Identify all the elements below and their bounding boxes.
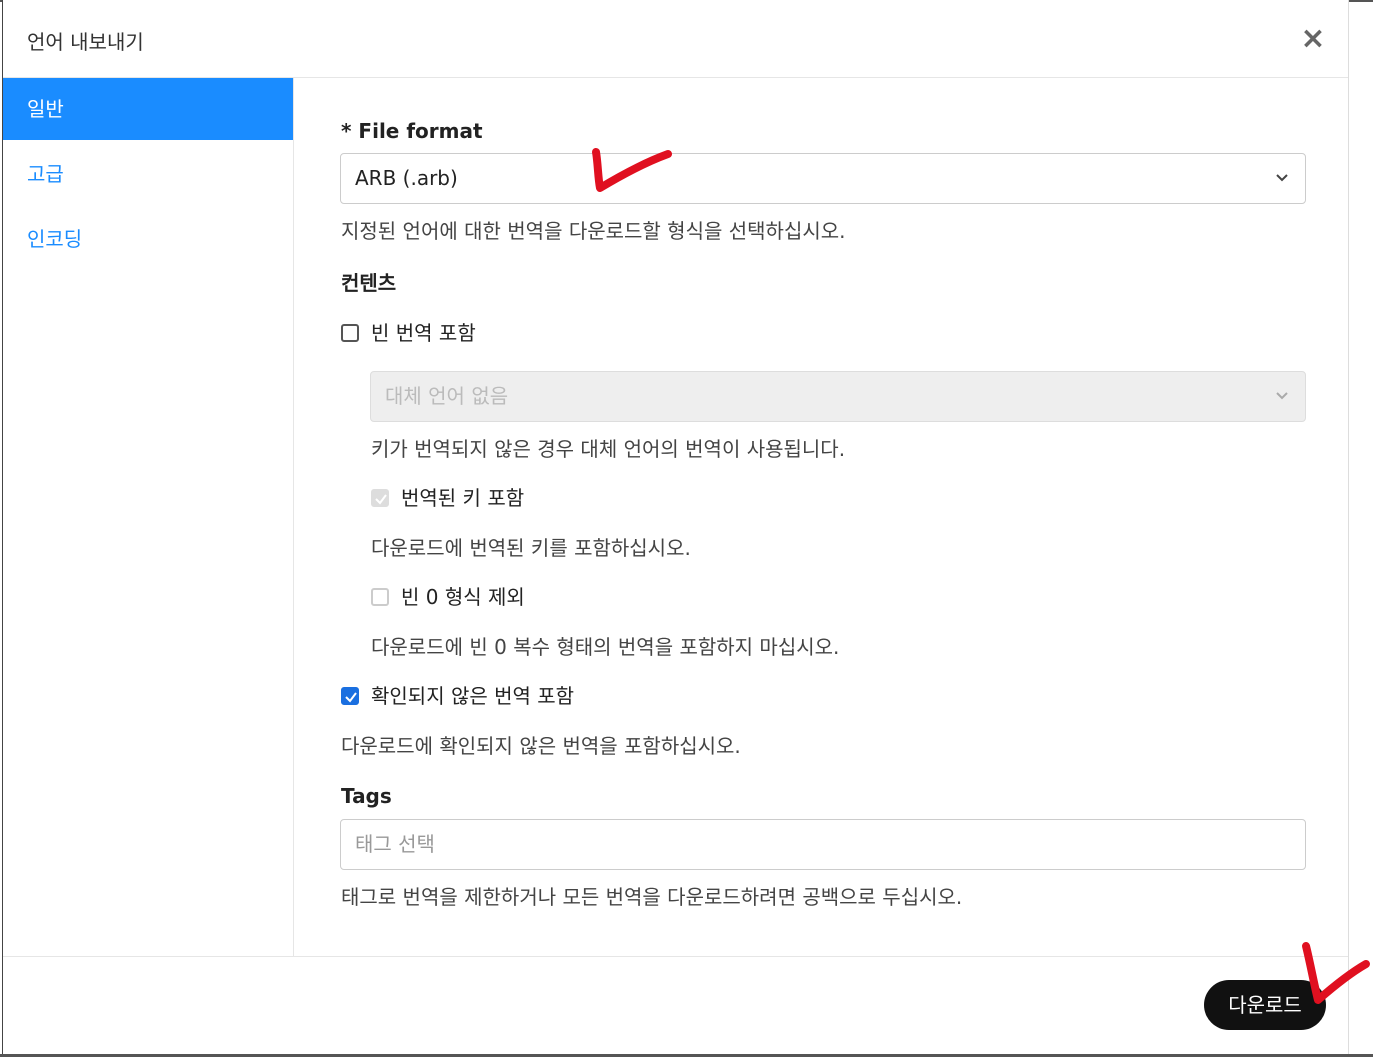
sidebar-item-advanced[interactable]: 고급 bbox=[3, 143, 293, 205]
file-format-label: * File format bbox=[341, 119, 483, 143]
include-unconfirmed-help: 다운로드에 확인되지 않은 번역을 포함하십시오. bbox=[341, 734, 741, 758]
annotation-checkmark bbox=[592, 148, 672, 192]
tags-placeholder: 태그 선택 bbox=[355, 832, 435, 856]
tags-input[interactable]: 태그 선택 bbox=[340, 819, 1306, 870]
include-unconfirmed-checkbox[interactable] bbox=[341, 687, 359, 705]
chevron-down-icon bbox=[1276, 392, 1288, 400]
exclude-empty-zero-help: 다운로드에 빈 0 복수 형태의 번역을 포함하지 마십시오. bbox=[371, 635, 840, 659]
include-unconfirmed-label: 확인되지 않은 번역 포함 bbox=[371, 684, 575, 708]
fallback-language-select: 대체 언어 없음 bbox=[370, 371, 1306, 422]
checkmark-icon bbox=[345, 692, 357, 703]
include-empty-checkbox[interactable] bbox=[341, 324, 359, 342]
exclude-empty-zero-label: 빈 0 형식 제외 bbox=[401, 585, 525, 609]
file-format-select[interactable]: ARB (.arb) bbox=[340, 153, 1306, 204]
file-format-value: ARB (.arb) bbox=[355, 166, 458, 190]
annotation-checkmark bbox=[1302, 942, 1370, 1004]
general-settings-panel: * File format ARB (.arb) 지정된 언어에 대한 번역을 … bbox=[294, 78, 1350, 956]
exclude-empty-zero-checkbox bbox=[371, 588, 389, 606]
include-empty-label: 빈 번역 포함 bbox=[371, 321, 476, 345]
chevron-down-icon bbox=[1276, 174, 1288, 182]
dialog-footer bbox=[3, 956, 1348, 1054]
fallback-help: 키가 번역되지 않은 경우 대체 언어의 번역이 사용됩니다. bbox=[371, 437, 846, 461]
sidebar-item-encoding[interactable]: 인코딩 bbox=[3, 208, 293, 270]
close-icon[interactable]: × bbox=[1300, 24, 1326, 54]
file-format-help: 지정된 언어에 대한 번역을 다운로드할 형식을 선택하십시오. bbox=[341, 219, 846, 243]
sidebar-item-general[interactable]: 일반 bbox=[3, 78, 293, 140]
dialog-header: 언어 내보내기 × bbox=[3, 0, 1348, 78]
include-translated-keys-checkbox bbox=[371, 489, 389, 507]
checkmark-icon bbox=[375, 494, 387, 505]
export-language-dialog: 언어 내보내기 × 일반 고급 인코딩 * File format ARB (.… bbox=[2, 0, 1349, 1054]
settings-sidebar: 일반 고급 인코딩 bbox=[3, 78, 294, 956]
fallback-language-value: 대체 언어 없음 bbox=[385, 384, 509, 408]
include-translated-keys-label: 번역된 키 포함 bbox=[401, 486, 525, 510]
dialog-title: 언어 내보내기 bbox=[27, 30, 144, 54]
tags-help: 태그로 번역을 제한하거나 모든 번역을 다운로드하려면 공백으로 두십시오. bbox=[341, 885, 963, 909]
tags-label: Tags bbox=[341, 784, 392, 808]
contents-heading: 컨텐츠 bbox=[341, 271, 397, 295]
include-translated-keys-help: 다운로드에 번역된 키를 포함하십시오. bbox=[371, 536, 691, 560]
